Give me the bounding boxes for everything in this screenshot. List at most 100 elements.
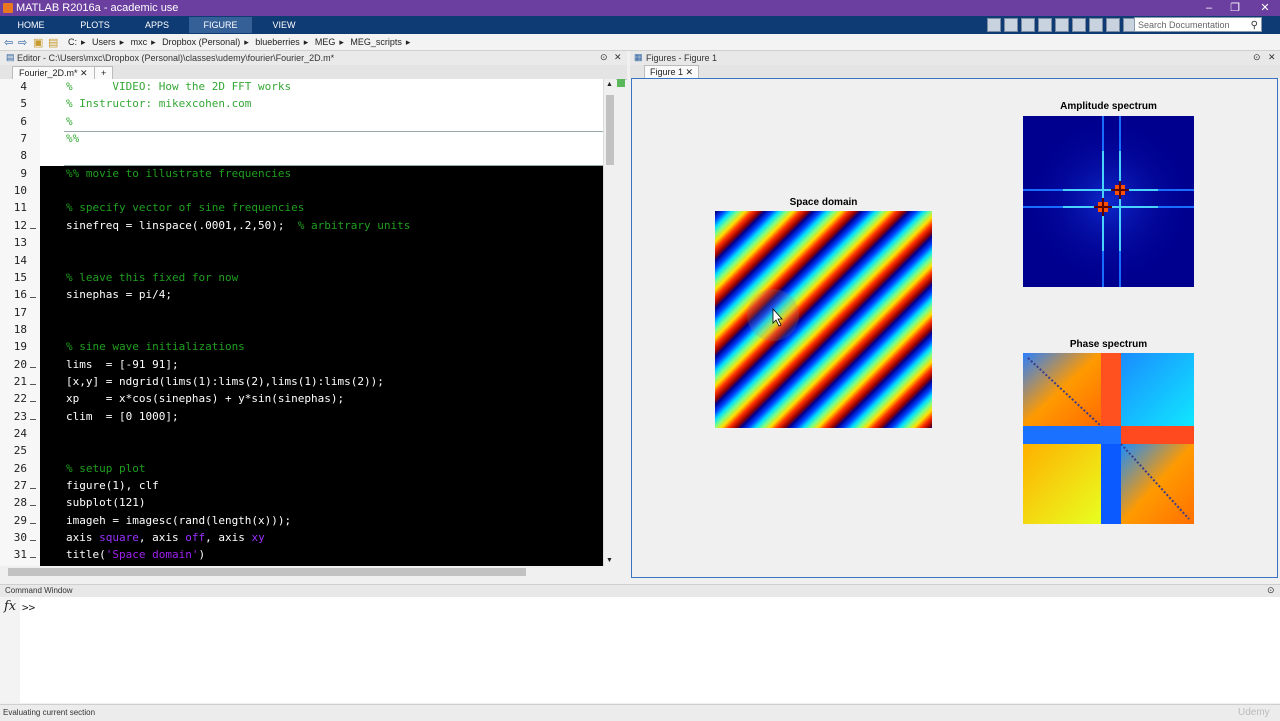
close-tab-icon[interactable]: ✕ xyxy=(80,68,88,78)
code-line[interactable]: clim = [0 1000]; xyxy=(66,410,179,423)
search-icon[interactable]: ⚲ xyxy=(1251,18,1258,33)
crumb-blueberries[interactable]: blueberries xyxy=(255,37,300,47)
code-line[interactable]: % sine wave initializations xyxy=(66,340,245,353)
command-window-header: Command Window ⊙ xyxy=(0,584,1280,597)
close-button[interactable]: ✕ xyxy=(1252,0,1278,16)
undo-icon[interactable] xyxy=(1072,18,1086,32)
folder-up-icon[interactable]: ▣ xyxy=(33,36,43,49)
code-text: lims = [-91 91]; xyxy=(66,357,179,371)
scroll-up-icon[interactable]: ▲ xyxy=(606,81,613,88)
line-number: 7 xyxy=(20,132,27,146)
cut-icon[interactable] xyxy=(1021,18,1035,32)
code-line[interactable]: % setup plot xyxy=(66,462,145,475)
tab-apps[interactable]: APPS xyxy=(127,17,187,33)
command-input[interactable]: >> xyxy=(20,597,1280,703)
breakpoint-marker[interactable] xyxy=(30,297,36,299)
layout-icon[interactable] xyxy=(987,18,1001,32)
space-domain-image[interactable] xyxy=(715,211,932,428)
editor-vertical-scroll-thumb[interactable] xyxy=(606,95,614,165)
line-number: 5 xyxy=(20,97,27,111)
function-browser-icon[interactable]: fx xyxy=(4,599,16,614)
code-line[interactable]: figure(1), clf xyxy=(66,479,159,492)
browse-folder-icon[interactable]: ▤ xyxy=(48,36,58,49)
crumb-sep: ▸ xyxy=(339,37,344,47)
code-line[interactable]: axis square, axis off, axis xy xyxy=(66,531,265,544)
line-number: 22 xyxy=(13,392,27,406)
breakpoint-marker[interactable] xyxy=(30,522,36,524)
line-number: 21 xyxy=(13,374,27,388)
line-number: 26 xyxy=(13,461,27,475)
editor-horizontal-scroll-thumb[interactable] xyxy=(8,568,526,576)
redo-icon[interactable] xyxy=(1089,18,1103,32)
breakpoint-marker[interactable] xyxy=(30,418,36,420)
tab-home[interactable]: HOME xyxy=(0,17,62,33)
search-documentation-input[interactable]: Search Documentation ⚲ xyxy=(1134,17,1262,32)
tab-plots[interactable]: PLOTS xyxy=(64,17,126,33)
code-line[interactable]: [x,y] = ndgrid(lims(1):lims(2),lims(1):l… xyxy=(66,375,384,388)
figures-close-icon[interactable]: ✕ xyxy=(1268,52,1276,63)
crumb-meg-scripts[interactable]: MEG_scripts xyxy=(350,37,402,47)
back-arrow-icon[interactable]: ⇦ xyxy=(4,36,13,49)
crumb-meg[interactable]: MEG xyxy=(315,37,336,47)
figures-header: ▦ Figures - Figure 1 ⊙ ✕ xyxy=(630,51,1280,66)
breakpoint-marker[interactable] xyxy=(30,540,36,542)
crumb-users[interactable]: Users xyxy=(92,37,116,47)
crumb-mxc[interactable]: mxc xyxy=(131,37,148,47)
watermark-logo: Udemy xyxy=(1238,707,1270,718)
code-line[interactable]: %% movie to illustrate frequencies xyxy=(66,167,291,180)
tab-view[interactable]: VIEW xyxy=(255,17,313,33)
paste-icon[interactable] xyxy=(1055,18,1069,32)
code-line[interactable]: title('Space domain') xyxy=(66,548,205,561)
breakpoint-marker[interactable] xyxy=(30,401,36,403)
code-analyzer-status-icon[interactable] xyxy=(617,79,625,87)
breakpoint-marker[interactable] xyxy=(30,227,36,229)
code-line[interactable]: sinefreq = linspace(.0001,.2,50); % arbi… xyxy=(66,219,410,232)
code-line[interactable]: % Instructor: mikexcohen.com xyxy=(66,97,251,110)
editor-close-icon[interactable]: ✕ xyxy=(614,52,622,63)
crumb-dropbox[interactable]: Dropbox (Personal) xyxy=(162,37,240,47)
line-number: 27 xyxy=(13,479,27,493)
editor-options-icon[interactable]: ⊙ xyxy=(600,52,608,63)
code-line[interactable]: imageh = imagesc(rand(length(x))); xyxy=(66,514,291,527)
code-line[interactable]: % leave this fixed for now xyxy=(66,271,238,284)
phase-spectrum-image[interactable] xyxy=(1023,353,1194,524)
breakpoint-marker[interactable] xyxy=(30,505,36,507)
new-tab-button[interactable]: + xyxy=(94,66,114,80)
code-line[interactable]: %% xyxy=(66,132,79,145)
save-icon[interactable] xyxy=(1004,18,1018,32)
amplitude-spectrum-image[interactable] xyxy=(1023,116,1194,287)
copy-icon[interactable] xyxy=(1038,18,1052,32)
switch-windows-icon[interactable] xyxy=(1106,18,1120,32)
ribbon-tab-bar: HOME PLOTS APPS FIGURE VIEW Search Docum… xyxy=(0,16,1280,34)
code-line[interactable]: sinephas = pi/4; xyxy=(66,288,172,301)
line-number: 14 xyxy=(13,253,27,267)
minimize-button[interactable]: – xyxy=(1196,0,1222,16)
code-line[interactable]: % xyxy=(66,115,73,128)
line-number-gutter: 4 5 6 7 8 9 10 11 12 13 14 15 16 17 18 19 20 21 22 23 24 25 26… xyxy=(0,79,40,566)
code-line[interactable]: % VIDEO: How the 2D FFT works xyxy=(66,80,291,93)
breakpoint-marker[interactable] xyxy=(30,383,36,385)
tab-figure[interactable]: FIGURE xyxy=(189,17,252,33)
line-number: 23 xyxy=(13,409,27,423)
maximize-button[interactable]: ❐ xyxy=(1222,0,1248,16)
code-line[interactable]: subplot(121) xyxy=(66,496,145,509)
code-line[interactable]: xp = x*cos(sinephas) + y*sin(sinephas); xyxy=(66,392,344,405)
command-window-title: Command Window xyxy=(5,586,73,595)
close-figure-tab-icon[interactable]: ✕ xyxy=(686,67,694,77)
tab-fourier-2d[interactable]: Fourier_2D.m* ✕ xyxy=(12,66,95,80)
crumb-drive[interactable]: C: xyxy=(68,37,77,47)
code-text: sinephas = pi/4; xyxy=(66,288,172,302)
editor-header: ▤ Editor - C:\Users\mxc\Dropbox (Persona… xyxy=(0,51,627,66)
code-text: % arbitrary units xyxy=(284,218,411,232)
breakpoint-marker[interactable] xyxy=(30,557,36,559)
code-line[interactable]: % specify vector of sine frequencies xyxy=(66,201,304,214)
tab-figure-1[interactable]: Figure 1 ✕ xyxy=(644,65,700,79)
figures-options-icon[interactable]: ⊙ xyxy=(1253,52,1261,63)
code-line[interactable]: lims = [-91 91]; xyxy=(66,358,179,371)
breakpoint-marker[interactable] xyxy=(30,366,36,368)
breakpoint-marker[interactable] xyxy=(30,488,36,490)
scroll-down-icon[interactable]: ▼ xyxy=(606,557,613,564)
search-placeholder: Search Documentation xyxy=(1138,20,1230,30)
command-window-options-icon[interactable]: ⊙ xyxy=(1267,585,1275,596)
forward-arrow-icon[interactable]: ⇨ xyxy=(18,36,27,49)
